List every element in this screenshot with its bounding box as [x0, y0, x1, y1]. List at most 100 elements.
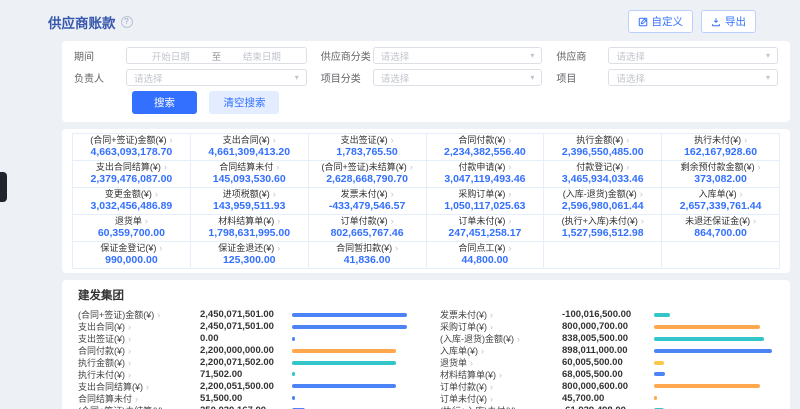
metric-cell[interactable]: 执行未付(¥)›162,167,928.60: [662, 134, 780, 161]
metric-cell[interactable]: 付款申请(¥)›3,047,119,493.46: [427, 161, 545, 188]
account-row[interactable]: 支出签证(¥)›0.00: [78, 333, 412, 345]
metric-label: 付款申请(¥)›: [429, 162, 542, 173]
metric-cell[interactable]: 保证金登记(¥)›990,000.00: [73, 242, 191, 269]
metric-cell[interactable]: (合同+签证)未结算(¥)›2,628,668,790.70: [309, 161, 427, 188]
metric-cell[interactable]: 未退还保证金(¥)›864,700.00: [662, 215, 780, 242]
filter-field-supplier: 供应商 请选择 ▾: [556, 47, 778, 64]
period-daterange-input[interactable]: 开始日期 至 结束日期: [126, 47, 307, 64]
account-row-bar: [292, 361, 396, 365]
metric-cell[interactable]: 合同暂扣款(¥)›41,836.00: [309, 242, 427, 269]
metric-label: (执行+入库)未付(¥)›: [546, 216, 659, 227]
account-row[interactable]: 订单未付(¥)›45,700.00: [440, 392, 774, 404]
metric-cell[interactable]: 合同点工(¥)›44,800.00: [427, 242, 545, 269]
project-label: 项目: [556, 70, 608, 85]
account-row[interactable]: (合同+签证)金额(¥)›2,450,071,501.00: [78, 309, 412, 321]
export-icon: [711, 17, 721, 27]
account-row[interactable]: 订单付款(¥)›800,000,600.00: [440, 380, 774, 392]
account-row-bar: [654, 396, 657, 400]
account-row[interactable]: (执行+入库)未付(¥)›-61,939,498.00: [440, 404, 774, 409]
content: 期间 开始日期 至 结束日期 供应商分类 请选择 ▾ 供应商: [62, 41, 790, 409]
metric-cell[interactable]: 材料结算单(¥)›1,798,631,995.00: [191, 215, 309, 242]
account-row[interactable]: 合同付款(¥)›2,200,000,000.00: [78, 345, 412, 357]
chevron-right-icon: ›: [273, 189, 276, 199]
metric-value: 1,050,117,025.63: [429, 200, 542, 212]
clear-search-button[interactable]: 清空搜索: [209, 91, 279, 114]
metric-cell[interactable]: 订单付款(¥)›802,665,767.46: [309, 215, 427, 242]
drawer-handle[interactable]: [0, 172, 7, 202]
metric-cell[interactable]: 保证金退还(¥)›125,300.00: [191, 242, 309, 269]
chevron-down-icon: ▾: [766, 51, 770, 60]
metric-cell[interactable]: 订单未付(¥)›247,451,258.17: [427, 215, 545, 242]
account-row[interactable]: 支出合同(¥)›2,450,071,501.00: [78, 321, 412, 333]
chevron-right-icon: ›: [395, 243, 398, 253]
account-row-value: 45,700.00: [562, 393, 654, 404]
account-row[interactable]: 入库单(¥)›898,011,000.00: [440, 345, 774, 357]
select-placeholder: 请选择: [381, 49, 410, 63]
chevron-right-icon: ›: [508, 216, 511, 226]
metric-cell[interactable]: 入库单(¥)›2,657,339,761.44: [662, 188, 780, 215]
chevron-right-icon: ›: [166, 406, 169, 409]
metric-label: 保证金退还(¥)›: [193, 243, 306, 254]
account-row[interactable]: (合同+签证)未结算(¥)›250,030,167.00: [78, 404, 412, 409]
metric-cell[interactable]: 发票未付(¥)›-433,479,546.57: [309, 188, 427, 215]
end-date-placeholder[interactable]: 结束日期: [225, 49, 299, 63]
metric-cell[interactable]: (执行+入库)未付(¥)›1,527,596,512.98: [544, 215, 662, 242]
metric-cell[interactable]: (入库-退货)金额(¥)›2,596,980,061.44: [544, 188, 662, 215]
metric-cell[interactable]: 执行金额(¥)›2,396,550,485.00: [544, 134, 662, 161]
account-row[interactable]: 执行未付(¥)›71,502.00: [78, 368, 412, 380]
metric-cell[interactable]: 支出合同(¥)›4,661,309,413.20: [191, 134, 309, 161]
metric-cell[interactable]: 支出合同结算(¥)›2,379,476,087.00: [73, 161, 191, 188]
supplier-group-card: 建发集团 (合同+签证)金额(¥)›2,450,071,501.00支出合同(¥…: [62, 280, 790, 409]
metric-cell[interactable]: 进项税额(¥)›143,959,511.93: [191, 188, 309, 215]
help-icon[interactable]: ?: [121, 16, 133, 28]
export-button[interactable]: 导出: [701, 10, 756, 33]
project-category-select[interactable]: 请选择 ▾: [373, 69, 543, 86]
account-row[interactable]: 支出合同结算(¥)›2,200,051,500.00: [78, 380, 412, 392]
supplier-category-label: 供应商分类: [321, 48, 373, 63]
metric-cell[interactable]: 合同结算未付›145,093,530.60: [191, 161, 309, 188]
account-row-value: -61,939,498.00: [562, 405, 654, 409]
chevron-right-icon: ›: [508, 243, 511, 253]
filter-field-owner: 负责人 请选择 ▾: [74, 69, 307, 86]
account-row[interactable]: (入库-退货)金额(¥)›838,005,500.00: [440, 333, 774, 345]
metric-cell[interactable]: 合同付款(¥)›2,234,382,556.40: [427, 134, 545, 161]
metric-cell[interactable]: 采购订单(¥)›1,050,117,025.63: [427, 188, 545, 215]
chevron-right-icon: ›: [391, 135, 394, 145]
filter-panel: 期间 开始日期 至 结束日期 供应商分类 请选择 ▾ 供应商: [62, 41, 790, 122]
metric-value: 4,661,309,413.20: [193, 146, 306, 158]
owner-select[interactable]: 请选择 ▾: [126, 69, 307, 86]
metric-value: 990,000.00: [75, 254, 188, 266]
chevron-right-icon: ›: [276, 162, 279, 172]
metric-cell[interactable]: 退货单›60,359,700.00: [73, 215, 191, 242]
customize-button[interactable]: 自定义: [628, 10, 694, 33]
metric-cell[interactable]: 付款登记(¥)›3,465,934,033.46: [544, 161, 662, 188]
metric-cell[interactable]: 剩余预付款金额(¥)›373,082.00: [662, 161, 780, 188]
account-row[interactable]: 执行金额(¥)›2,200,071,502.00: [78, 357, 412, 369]
account-row[interactable]: 退货单›60,005,500.00: [440, 357, 774, 369]
metric-value: 162,167,928.60: [664, 146, 777, 158]
supplier-select[interactable]: 请选择 ▾: [608, 47, 778, 64]
chevron-right-icon: ›: [508, 135, 511, 145]
account-row-value: 68,005,500.00: [562, 369, 654, 380]
account-row[interactable]: 合同结算未付›51,500.00: [78, 392, 412, 404]
metric-cell[interactable]: (合同+签证)金额(¥)›4,663,093,178.70: [73, 134, 191, 161]
account-row[interactable]: 材料结算单(¥)›68,005,500.00: [440, 368, 774, 380]
supplier-accounts-page: 供应商账款 ? 自定义 导出: [0, 0, 800, 409]
account-row-bar: [654, 372, 665, 376]
account-row[interactable]: 采购订单(¥)›800,000,700.00: [440, 321, 774, 333]
daterange-separator: 至: [208, 49, 226, 63]
title-wrap: 供应商账款 ?: [48, 12, 133, 32]
account-row-bar-track: [292, 384, 412, 388]
metric-label: 合同付款(¥)›: [429, 135, 542, 146]
account-row[interactable]: 发票未付(¥)›-100,016,500.00: [440, 309, 774, 321]
chevron-right-icon: ›: [391, 189, 394, 199]
start-date-placeholder[interactable]: 开始日期: [134, 49, 208, 63]
supplier-category-select[interactable]: 请选择 ▾: [373, 47, 543, 64]
metric-value: 4,663,093,178.70: [75, 146, 188, 158]
account-row-bar-track: [292, 349, 412, 353]
project-select[interactable]: 请选择 ▾: [608, 69, 778, 86]
metric-cell[interactable]: 支出签证(¥)›1,783,765.50: [309, 134, 427, 161]
metric-cell[interactable]: 变更金额(¥)›3,032,456,486.89: [73, 188, 191, 215]
supplier-group-name[interactable]: 建发集团: [78, 287, 774, 303]
search-button[interactable]: 搜索: [132, 91, 197, 114]
